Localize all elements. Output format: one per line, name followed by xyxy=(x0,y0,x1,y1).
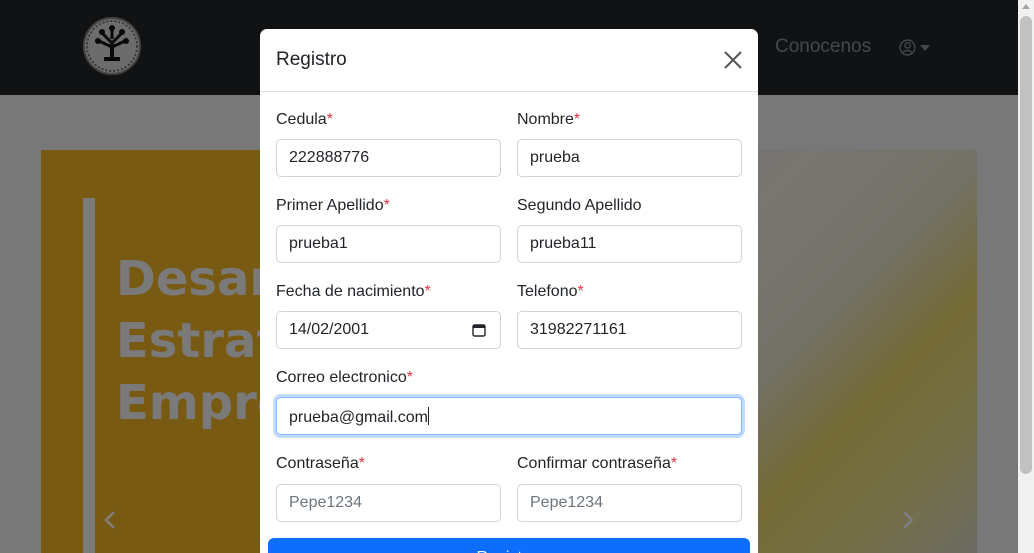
register-submit-button[interactable]: Registrar xyxy=(268,538,750,553)
cedula-input[interactable] xyxy=(276,139,501,177)
primer-apellido-label: Primer Apellido* xyxy=(276,197,390,214)
register-modal: Registro Cedula* Nombre* Primer Apellido… xyxy=(260,29,758,553)
fecha-nacimiento-label: Fecha de nacimiento* xyxy=(276,283,431,300)
scrollbar-thumb[interactable] xyxy=(1020,16,1032,474)
text-cursor xyxy=(427,407,429,425)
fecha-nacimiento-value: 14/02/2001 xyxy=(289,321,370,338)
confirmar-contrasena-label: Confirmar contraseña* xyxy=(517,455,678,472)
confirmar-contrasena-input[interactable] xyxy=(517,484,742,522)
contrasena-label: Contraseña* xyxy=(276,455,365,472)
correo-value: prueba@gmail.com xyxy=(289,409,428,426)
close-icon[interactable] xyxy=(722,49,744,71)
correo-label: Correo electronico* xyxy=(276,369,413,386)
cedula-label: Cedula* xyxy=(276,111,333,128)
correo-input[interactable]: prueba@gmail.com xyxy=(276,397,742,435)
telefono-label: Telefono* xyxy=(517,283,584,300)
contrasena-input[interactable] xyxy=(276,484,501,522)
telefono-input[interactable] xyxy=(517,311,742,349)
scroll-up-arrow-icon[interactable] xyxy=(1022,4,1030,9)
calendar-icon[interactable] xyxy=(472,323,486,337)
primer-apellido-input[interactable] xyxy=(276,225,501,263)
nombre-input[interactable] xyxy=(517,139,742,177)
modal-header: Registro xyxy=(260,29,758,92)
nombre-label: Nombre* xyxy=(517,111,581,128)
fecha-nacimiento-input[interactable]: 14/02/2001 xyxy=(276,311,501,349)
segundo-apellido-input[interactable] xyxy=(517,225,742,263)
segundo-apellido-label: Segundo Apellido xyxy=(517,197,642,214)
modal-title: Registro xyxy=(276,49,347,70)
